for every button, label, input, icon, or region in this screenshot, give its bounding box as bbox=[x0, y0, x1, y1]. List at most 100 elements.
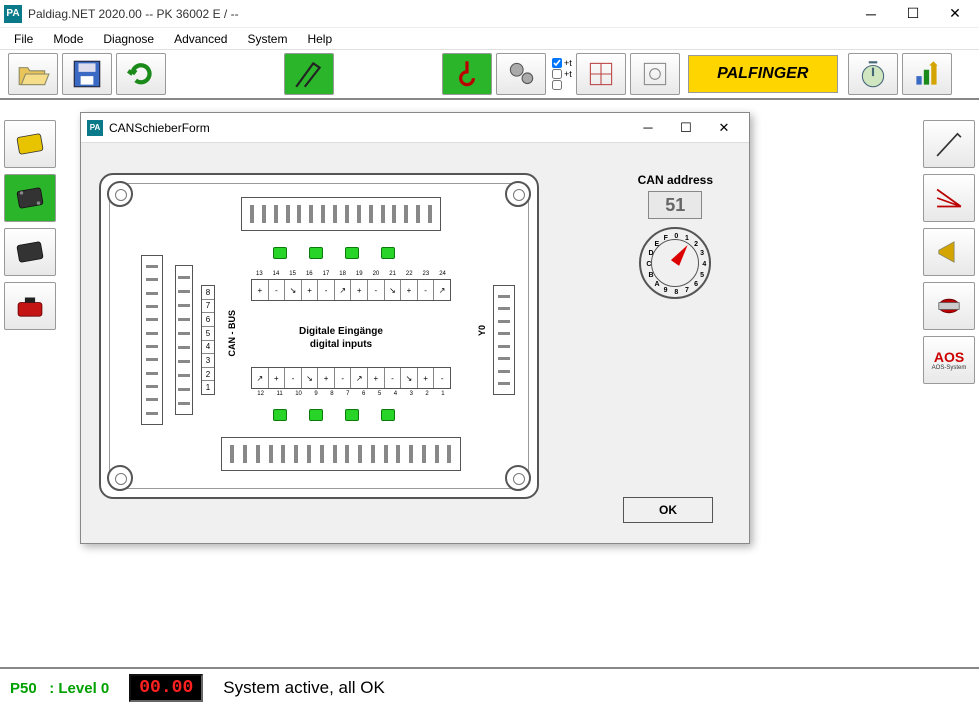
floppy-icon bbox=[70, 57, 104, 91]
led-icon bbox=[381, 247, 395, 259]
connector-left-outer bbox=[141, 255, 163, 425]
chart-button[interactable] bbox=[902, 53, 952, 95]
dialog-titlebar[interactable]: PA CANSchieberForm ─ ☐ ✕ bbox=[81, 113, 749, 143]
menu-advanced[interactable]: Advanced bbox=[164, 30, 237, 48]
open-button[interactable] bbox=[8, 53, 58, 95]
pin-numbers-top: 131415161718192021222324 bbox=[251, 271, 451, 277]
aos-label: AOS bbox=[934, 349, 964, 365]
diag1-button[interactable] bbox=[576, 53, 626, 95]
menu-help[interactable]: Help bbox=[297, 30, 342, 48]
check-t1[interactable]: +t bbox=[552, 58, 572, 68]
connector-top bbox=[241, 197, 441, 231]
crane-arm-button[interactable] bbox=[923, 120, 975, 168]
minimize-button[interactable]: ─ bbox=[851, 2, 891, 26]
led-icon bbox=[309, 409, 323, 421]
diagram-icon bbox=[584, 57, 618, 91]
menu-mode[interactable]: Mode bbox=[43, 30, 93, 48]
aos-sublabel: AOS-System bbox=[932, 365, 967, 371]
toolbar-spacer bbox=[170, 53, 280, 95]
board-dark-button[interactable] bbox=[4, 174, 56, 222]
menu-system[interactable]: System bbox=[237, 30, 297, 48]
diag2-button[interactable] bbox=[630, 53, 680, 95]
rotary-switch[interactable]: 0123456789ABCDEF bbox=[639, 227, 711, 299]
dialog-maximize-button[interactable]: ☐ bbox=[667, 115, 705, 141]
pcb-dark2-icon bbox=[13, 235, 47, 269]
rotary-mark: 4 bbox=[702, 261, 706, 268]
hook-icon bbox=[450, 57, 484, 91]
rotary-mark: 1 bbox=[685, 235, 689, 242]
app-icon: PA bbox=[4, 5, 22, 23]
crane-arm-icon bbox=[932, 127, 966, 161]
left-toolbar bbox=[4, 120, 56, 330]
rotary-mark: 9 bbox=[664, 287, 668, 294]
rotary-mark: 5 bbox=[700, 272, 704, 279]
winch-icon bbox=[932, 289, 966, 323]
status-p50: P50 : Level 0 bbox=[10, 680, 109, 697]
aos-button[interactable]: AOS AOS-System bbox=[923, 336, 975, 384]
dialog-minimize-button[interactable]: ─ bbox=[629, 115, 667, 141]
gears-button[interactable] bbox=[496, 53, 546, 95]
toolbar-spacer bbox=[338, 53, 438, 95]
diagram2-icon bbox=[638, 57, 672, 91]
board-yellow-button[interactable] bbox=[4, 120, 56, 168]
refresh-icon bbox=[124, 57, 158, 91]
winch-button[interactable] bbox=[923, 282, 975, 330]
ok-button[interactable]: OK bbox=[623, 497, 713, 523]
can-address-label: CAN address bbox=[638, 173, 713, 187]
toolbar: +t +t PALFINGER bbox=[0, 50, 979, 100]
menu-diagnose[interactable]: Diagnose bbox=[93, 30, 164, 48]
can-address-panel: CAN address 51 0123456789ABCDEF bbox=[638, 173, 713, 299]
y0-label: Y0 bbox=[477, 325, 487, 336]
can-schieber-dialog: PA CANSchieberForm ─ ☐ ✕ 13141 bbox=[80, 112, 750, 544]
rotary-mark: D bbox=[648, 250, 653, 257]
connector-bottom bbox=[221, 437, 461, 471]
led-icon bbox=[309, 247, 323, 259]
stopwatch-icon bbox=[856, 57, 890, 91]
maximize-button[interactable]: ☐ bbox=[893, 2, 933, 26]
connector-right bbox=[493, 285, 515, 395]
check-t2[interactable]: +t bbox=[552, 69, 572, 79]
rotary-mark: B bbox=[648, 272, 653, 279]
right-toolbar: AOS AOS-System bbox=[923, 120, 975, 384]
bar-chart-icon bbox=[910, 57, 944, 91]
can-address-value: 51 bbox=[648, 191, 702, 219]
rotary-mark: C bbox=[646, 261, 651, 268]
status-counter: 00.00 bbox=[129, 674, 203, 702]
rotary-mark: A bbox=[655, 281, 660, 288]
horn-button[interactable] bbox=[923, 228, 975, 276]
toolbox-button[interactable] bbox=[4, 282, 56, 330]
io-block-left: 8 7 6 5 4 3 2 1 bbox=[201, 285, 215, 395]
pcb-yellow-icon bbox=[13, 127, 47, 161]
wire-button[interactable] bbox=[923, 174, 975, 222]
rotary-mark: 6 bbox=[694, 281, 698, 288]
save-button[interactable] bbox=[62, 53, 112, 95]
stopwatch-button[interactable] bbox=[848, 53, 898, 95]
rotary-mark: 3 bbox=[700, 250, 704, 257]
dialog-close-button[interactable]: ✕ bbox=[705, 115, 743, 141]
crane-tool-button[interactable] bbox=[284, 53, 334, 95]
rotary-mark: F bbox=[664, 235, 668, 242]
connector-left-inner bbox=[175, 265, 193, 415]
menu-file[interactable]: File bbox=[4, 30, 43, 48]
status-message: System active, all OK bbox=[223, 678, 385, 698]
window-titlebar: PA Paldiag.NET 2020.00 -- PK 36002 E / -… bbox=[0, 0, 979, 28]
horn-icon bbox=[932, 235, 966, 269]
refresh-button[interactable] bbox=[116, 53, 166, 95]
board-dark2-button[interactable] bbox=[4, 228, 56, 276]
io-block-bottom: ↗+-↘+-↗+-↘+- bbox=[251, 367, 451, 389]
gears-icon bbox=[504, 57, 538, 91]
pcb-diagram: 131415161718192021222324 +-↘+-↗+-↘+-↗ Di… bbox=[99, 173, 539, 499]
check-t3[interactable] bbox=[552, 80, 572, 90]
mounting-hole bbox=[107, 465, 133, 491]
rotary-mark: 8 bbox=[674, 289, 678, 296]
hook-tool-button[interactable] bbox=[442, 53, 492, 95]
menubar: File Mode Diagnose Advanced System Help bbox=[0, 28, 979, 50]
rotary-mark: E bbox=[655, 241, 660, 248]
rotary-mark: 2 bbox=[694, 241, 698, 248]
close-button[interactable]: ✕ bbox=[935, 2, 975, 26]
statusbar: P50 : Level 0 00.00 System active, all O… bbox=[0, 667, 979, 707]
led-icon bbox=[273, 409, 287, 421]
led-row-bottom bbox=[273, 409, 395, 421]
mounting-hole bbox=[505, 181, 531, 207]
dialog-app-icon: PA bbox=[87, 120, 103, 136]
